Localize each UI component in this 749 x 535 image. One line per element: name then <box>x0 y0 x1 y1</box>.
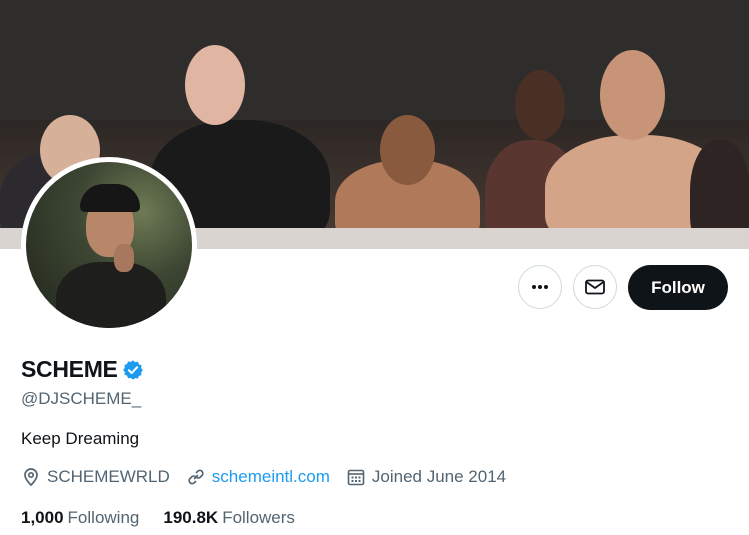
more-options-button[interactable] <box>518 265 562 309</box>
avatar-figure-hand <box>114 244 134 272</box>
link-icon <box>188 469 204 485</box>
location-pin-icon <box>24 468 38 487</box>
location-text: SCHEMEWRLD <box>47 467 170 486</box>
following-label: Following <box>67 508 140 527</box>
following-link[interactable]: 1,000 Following <box>21 508 139 528</box>
profile-bio: Keep Dreaming <box>21 429 140 448</box>
following-count: 1,000 <box>21 508 64 527</box>
website-item[interactable]: schemeintl.com <box>186 467 330 487</box>
banner-figure-head <box>185 45 245 125</box>
location-item: SCHEMEWRLD <box>21 467 170 487</box>
followers-label: Followers <box>222 508 295 527</box>
more-horizontal-icon <box>532 285 548 289</box>
banner-figure-head <box>380 115 435 185</box>
avatar-figure-cap <box>80 184 140 212</box>
envelope-icon <box>585 279 605 295</box>
user-handle: @DJSCHEME_ <box>21 389 142 408</box>
joined-item: Joined June 2014 <box>346 467 506 487</box>
avatar-photo <box>26 162 192 328</box>
website-link[interactable]: schemeintl.com <box>212 467 330 487</box>
followers-link[interactable]: 190.8K Followers <box>163 508 295 528</box>
verified-badge-icon[interactable] <box>122 359 144 381</box>
banner-figure-head <box>600 50 665 140</box>
banner-figure-head <box>515 70 565 140</box>
name-row: SCHEME <box>21 356 144 383</box>
follow-button[interactable]: Follow <box>628 265 728 310</box>
profile-avatar[interactable] <box>21 157 197 333</box>
calendar-icon <box>347 469 365 486</box>
message-button[interactable] <box>573 265 617 309</box>
profile-meta: SCHEMEWRLD schemeintl.com Joined June 20… <box>21 467 522 487</box>
display-name: SCHEME <box>21 356 118 382</box>
avatar-figure-body <box>56 262 166 328</box>
joined-date: Joined June 2014 <box>371 467 507 486</box>
follow-stats: 1,000 Following 190.8K Followers <box>21 508 319 528</box>
followers-count: 190.8K <box>163 508 219 527</box>
